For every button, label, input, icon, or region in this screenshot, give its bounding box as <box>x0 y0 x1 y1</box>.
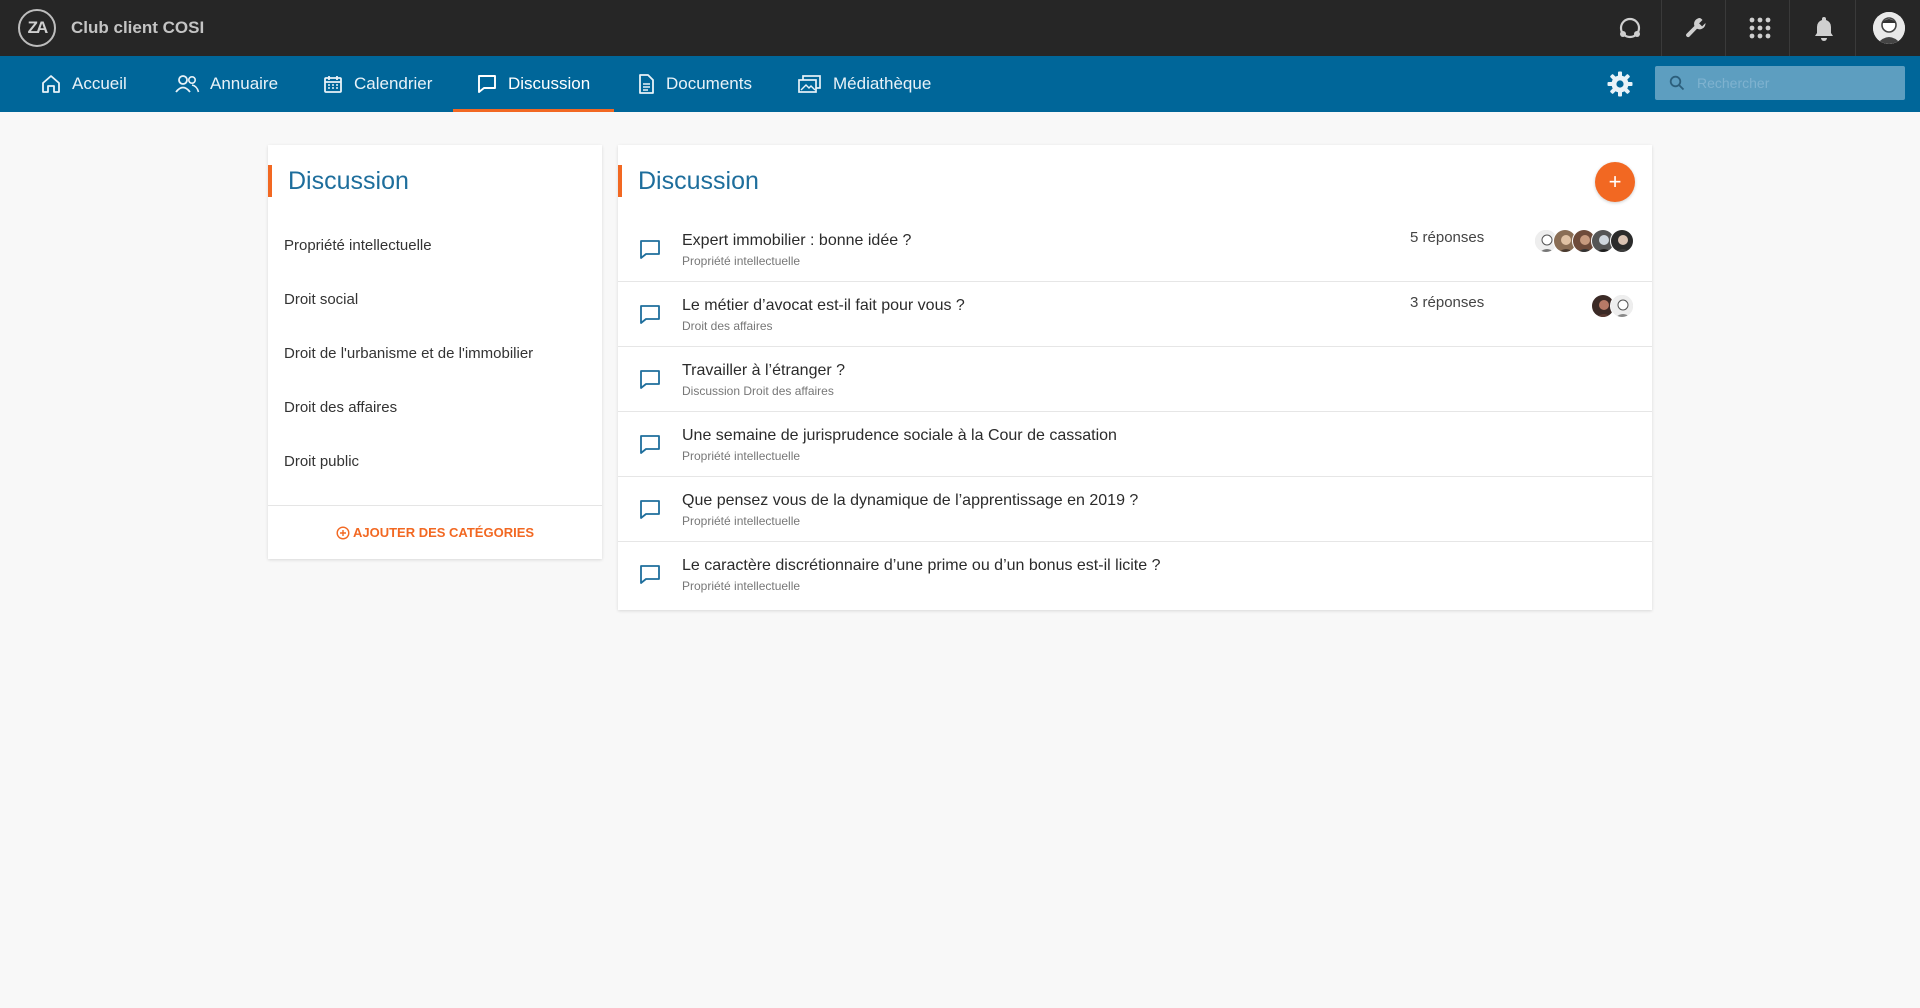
add-categories-button[interactable]: AJOUTER DES CATÉGORIES <box>268 525 602 540</box>
category-item[interactable]: Droit de l'urbanisme et de l'immobilier <box>284 345 533 362</box>
topic-title[interactable]: Travailler à l’étranger ? <box>682 362 845 380</box>
topic-row[interactable]: Le métier d’avocat est-il fait pour vous… <box>618 282 1652 347</box>
chat-bubble-icon <box>640 370 660 389</box>
separator <box>1725 0 1726 56</box>
nav-label: Accueil <box>72 74 127 93</box>
document-icon <box>639 74 654 94</box>
discussion-title: Discussion <box>618 165 759 197</box>
chat-bubble-icon <box>640 500 660 519</box>
chat-bubble-icon <box>640 435 660 454</box>
participant-avatars <box>1534 229 1634 253</box>
chat-bubble-icon <box>640 565 660 584</box>
calendar-icon <box>324 76 342 93</box>
topic-category: Propriété intellectuelle <box>682 514 801 528</box>
nav-item-mediatheque[interactable]: Médiathèque <box>797 56 931 112</box>
reply-count: 5 réponses <box>1410 229 1485 246</box>
top-bar: ZA Club client COSI <box>0 0 1920 56</box>
topic-row[interactable]: Travailler à l’étranger ? Discussion Dro… <box>618 347 1652 412</box>
category-item[interactable]: Propriété intellectuelle <box>284 237 432 254</box>
topic-title[interactable]: Le métier d’avocat est-il fait pour vous… <box>682 297 965 315</box>
topic-row[interactable]: Le caractère discrétionnaire d’une prime… <box>618 542 1652 607</box>
category-item[interactable]: Droit public <box>284 453 359 470</box>
nav-label: Médiathèque <box>833 74 932 93</box>
wrench-icon[interactable] <box>1678 10 1714 46</box>
search-icon <box>1669 75 1685 91</box>
search-box <box>1655 66 1905 100</box>
topic-category: Droit des affaires <box>682 319 773 333</box>
add-circle-icon <box>336 525 350 540</box>
participant-avatars <box>1591 294 1634 318</box>
nav-label: Discussion <box>508 74 591 93</box>
settings-gear-icon[interactable] <box>1606 70 1634 98</box>
nav-label: Documents <box>666 74 752 93</box>
discussion-panel: Discussion + Expert immobilier : bonne i… <box>618 145 1652 610</box>
nav-label: Annuaire <box>210 74 279 93</box>
add-categories-label: AJOUTER DES CATÉGORIES <box>352 525 535 540</box>
topic-row[interactable]: Que pensez vous de la dynamique de l’app… <box>618 477 1652 542</box>
nav-item-documents[interactable]: Documents <box>636 56 752 112</box>
topic-category: Propriété intellectuelle <box>682 579 801 593</box>
app-title[interactable]: Club client COSI <box>71 18 204 38</box>
user-avatar[interactable] <box>1873 12 1905 44</box>
category-item[interactable]: Droit des affaires <box>284 399 397 416</box>
topic-row[interactable]: Une semaine de jurisprudence sociale à l… <box>618 412 1652 477</box>
categories-panel: Discussion Propriété intellectuelle Droi… <box>268 145 602 559</box>
apps-grid-icon[interactable] <box>1742 10 1778 46</box>
topic-category: Propriété intellectuelle <box>682 254 801 268</box>
topic-row[interactable]: Expert immobilier : bonne idée ? Proprié… <box>618 217 1652 282</box>
nav-item-annuaire[interactable]: Annuaire <box>174 56 278 112</box>
search-input[interactable] <box>1697 66 1897 100</box>
nav-label: Calendrier <box>354 74 433 93</box>
nav-item-discussion[interactable]: Discussion <box>452 56 615 112</box>
categories-title: Discussion <box>268 165 409 197</box>
divider <box>268 505 602 506</box>
reply-count: 3 réponses <box>1410 294 1485 311</box>
add-discussion-button[interactable]: + <box>1595 162 1635 202</box>
topic-title[interactable]: Le caractère discrétionnaire d’une prime… <box>682 557 1160 575</box>
nav-item-calendrier[interactable]: Calendrier <box>322 56 432 112</box>
separator <box>1855 0 1856 56</box>
chat-bubble-icon <box>640 305 660 324</box>
topic-category: Discussion Droit des affaires <box>682 384 834 398</box>
separator <box>1789 0 1790 56</box>
app-logo[interactable]: ZA <box>18 9 56 47</box>
topic-title[interactable]: Expert immobilier : bonne idée ? <box>682 232 911 250</box>
category-item[interactable]: Droit social <box>284 291 358 308</box>
topic-category: Propriété intellectuelle <box>682 449 801 463</box>
bell-icon[interactable] <box>1806 10 1842 46</box>
chat-bubble-icon <box>640 240 660 259</box>
topic-title[interactable]: Que pensez vous de la dynamique de l’app… <box>682 492 1138 510</box>
media-icon <box>798 75 821 93</box>
topic-title[interactable]: Une semaine de jurisprudence sociale à l… <box>682 427 1117 445</box>
participant-avatar[interactable] <box>1610 294 1634 318</box>
separator <box>1661 0 1662 56</box>
participant-avatar[interactable] <box>1610 229 1634 253</box>
nav-item-accueil[interactable]: Accueil <box>40 56 127 112</box>
chat-icon <box>478 75 496 93</box>
users-icon <box>175 75 200 93</box>
support-icon[interactable] <box>1612 10 1648 46</box>
home-icon <box>42 75 60 93</box>
